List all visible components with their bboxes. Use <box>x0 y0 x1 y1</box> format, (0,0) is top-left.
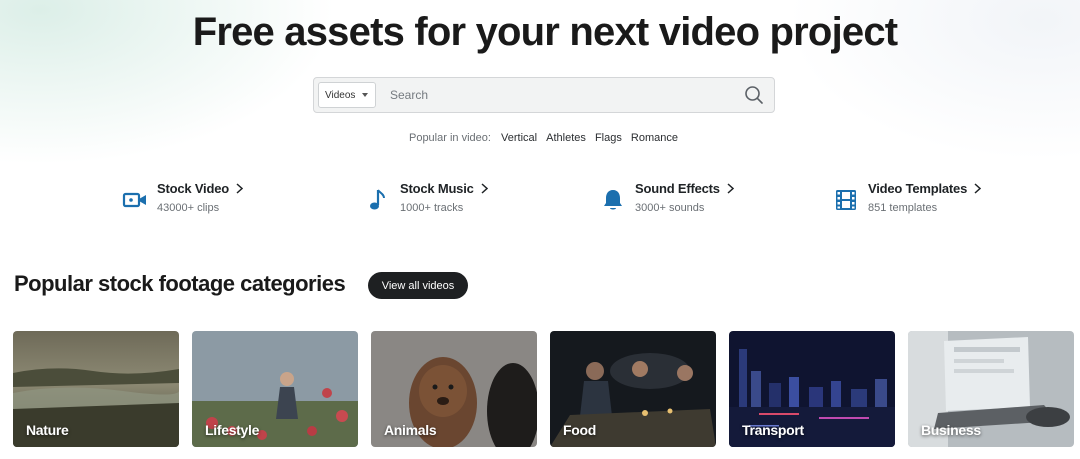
popular-term-vertical[interactable]: Vertical <box>501 132 537 144</box>
category-card-animals[interactable]: Animals <box>371 331 537 447</box>
category-label: Business <box>921 422 981 438</box>
chevron-right-icon <box>481 183 488 194</box>
asset-video-templates[interactable]: Video Templates 851 templates <box>832 181 982 215</box>
bell-icon <box>604 190 622 210</box>
asset-name: Stock Music <box>400 181 474 196</box>
popular-term-romance[interactable]: Romance <box>631 132 678 144</box>
asset-count: 1000+ tracks <box>400 202 464 214</box>
category-card-business[interactable]: Business <box>908 331 1074 447</box>
asset-count: 43000+ clips <box>157 202 220 214</box>
music-note-icon <box>370 189 385 210</box>
asset-count: 851 templates <box>868 202 938 214</box>
search-input[interactable] <box>376 78 734 112</box>
asset-stock-video[interactable]: Stock Video 43000+ clips <box>121 181 243 215</box>
film-strip-icon <box>836 190 856 210</box>
video-camera-icon <box>122 192 146 208</box>
popular-searches: Popular in video: Vertical Athletes Flag… <box>0 132 1080 144</box>
category-label: Food <box>563 422 597 438</box>
hero-title: Free assets for your next video project <box>192 10 898 54</box>
asset-stock-music[interactable]: Stock Music 1000+ tracks <box>364 181 488 215</box>
caret-down-icon <box>362 93 369 97</box>
asset-name: Video Templates <box>868 181 968 196</box>
asset-count: 3000+ sounds <box>635 202 705 214</box>
popular-term-flags[interactable]: Flags <box>595 132 622 144</box>
popular-term-athletes[interactable]: Athletes <box>546 132 586 144</box>
asset-name: Stock Video <box>157 181 229 196</box>
chevron-right-icon <box>727 183 734 194</box>
search-icon <box>745 86 763 104</box>
asset-type-value: Videos <box>325 89 356 101</box>
chevron-right-icon <box>236 183 243 194</box>
category-card-lifestyle[interactable]: Lifestyle <box>192 331 358 447</box>
asset-name: Sound Effects <box>635 181 720 196</box>
category-label: Transport <box>742 422 804 438</box>
chevron-right-icon <box>974 183 982 194</box>
category-card-food[interactable]: Food <box>550 331 716 447</box>
section-title: Popular stock footage categories <box>14 271 346 296</box>
asset-type-dropdown[interactable]: Videos <box>318 82 376 108</box>
page: Free assets for your next video project … <box>0 0 1080 459</box>
category-card-transport[interactable]: Transport <box>729 331 895 447</box>
category-label: Lifestyle <box>205 422 260 438</box>
view-all-videos-button[interactable]: View all videos <box>368 272 468 299</box>
search-button[interactable] <box>734 78 774 112</box>
category-label: Animals <box>384 422 437 438</box>
asset-sound-effects[interactable]: Sound Effects 3000+ sounds <box>599 181 734 215</box>
category-label: Nature <box>26 422 69 438</box>
search-bar: Videos <box>313 77 775 113</box>
category-card-nature[interactable]: Nature <box>13 331 179 447</box>
popular-lead: Popular in video: <box>408 132 491 144</box>
